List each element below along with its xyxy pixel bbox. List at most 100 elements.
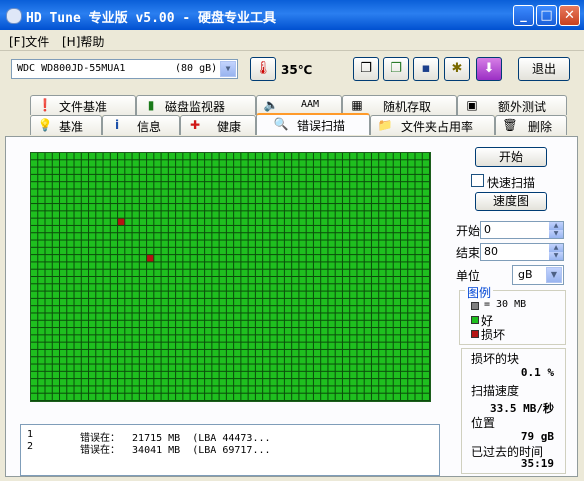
scan-block [31,364,38,371]
scan-block [270,298,277,306]
scan-block [31,225,38,233]
scan-block [371,211,379,218]
scan-block [248,349,255,357]
unit-select[interactable]: gB ▼ [512,265,564,285]
exit-button[interactable]: 退出 [518,57,570,81]
scan-block [154,160,161,167]
scan-block [38,371,45,379]
tab-extra-tests[interactable]: ▣ 额外测试 [457,95,567,115]
scan-block [255,174,263,182]
minimize-button[interactable]: _ [513,5,534,26]
scan-block [161,313,168,320]
scan-block [205,189,212,196]
scan-block [415,342,422,349]
scan-block [306,306,313,313]
scan-block [197,204,205,211]
scan-block [183,349,190,357]
tab-info[interactable]: i 信息 [102,115,180,135]
scan-block [342,233,350,240]
close-button[interactable]: ✕ [559,5,580,26]
chevron-down-icon[interactable]: ▼ [220,61,236,77]
scan-block [277,335,284,342]
scan-block [408,196,415,204]
scan-block [400,247,408,255]
quick-scan-checkbox[interactable] [471,174,484,187]
scan-block [67,284,74,291]
window-title: HD Tune 专业版 v5.00 - 硬盘专业工具 [26,11,277,26]
scan-block [125,160,132,167]
scan-block [103,386,110,393]
scan-block [139,182,147,189]
scan-block [263,379,270,386]
copy-screenshot-button[interactable]: ❐ [383,57,409,81]
scan-block [60,386,67,393]
spin-up-icon[interactable]: ▲ [549,222,563,230]
scan-block [364,393,371,400]
scan-block [60,393,67,400]
save-button[interactable]: ▪ [413,57,439,81]
start-button[interactable]: 开始 [475,147,547,167]
scan-block [168,371,176,379]
scan-block [241,284,248,291]
scan-block [81,313,89,320]
scan-block [335,320,342,328]
scan-block [96,247,103,255]
scan-block [248,233,255,240]
scan-block [147,364,154,371]
scan-block [306,255,313,262]
spin-down-icon[interactable]: ▼ [549,252,563,260]
scan-block [270,277,277,284]
scan-block [60,371,67,379]
end-field[interactable]: 80 ▲ ▼ [480,243,564,261]
tab-file-benchmark[interactable]: ❗ 文件基准 [30,95,136,115]
scan-block [357,262,364,269]
scan-block [139,233,147,240]
scan-block [205,218,212,225]
maximize-button[interactable]: □ [536,5,557,26]
scan-block [270,284,277,291]
speaker-icon: 🔈 [263,98,279,112]
scan-block [364,335,371,342]
scan-block [284,211,292,218]
scan-block [357,196,364,204]
scan-block [248,393,255,400]
scan-block [226,211,234,218]
scan-block [81,364,89,371]
menu-help[interactable]: [H]帮助 [62,33,104,50]
tab-aam[interactable]: 🔈 AAM [256,95,342,115]
tab-disk-monitor[interactable]: ▮ 磁盘监视器 [136,95,256,115]
tab-error-scan[interactable]: 🔍 错误扫描 [256,113,370,135]
scan-block [371,218,379,225]
scan-block [147,386,154,393]
tab-benchmark[interactable]: 💡 基准 [30,115,102,135]
start-field[interactable]: 0 ▲ ▼ [480,221,564,239]
scan-block [408,306,415,313]
scan-block [67,386,74,393]
scan-block [110,153,118,160]
menu-file[interactable]: [F]文件 [9,33,49,50]
app-icon [6,8,22,24]
scan-block [234,277,241,284]
scan-block [190,255,197,262]
copy-text-button[interactable]: ❐ [353,57,379,81]
scan-block [226,328,234,335]
scan-block [31,306,38,313]
error-log[interactable]: 1 错误在： 21715 MB (LBA 44473... 2 错误在： 34041… [20,424,440,476]
tab-folder-usage[interactable]: 📁 文件夹占用率 [370,115,495,135]
scan-block [81,349,89,357]
spin-up-icon[interactable]: ▲ [549,244,563,252]
scan-block [277,379,284,386]
speed-map-button[interactable]: 速度图 [475,192,547,211]
drive-select[interactable]: WDC WD800JD-55MUA1 (80 gB) ▼ [11,59,238,79]
tab-random-access[interactable]: ▦ 随机存取 [342,95,457,115]
chevron-down-icon[interactable]: ▼ [546,267,562,283]
options-button[interactable]: ✱ [444,57,470,81]
scan-block [197,189,205,196]
spin-down-icon[interactable]: ▼ [549,230,563,238]
download-button[interactable]: ⬇ [476,57,502,81]
tab-health[interactable]: ✚ 健康 [180,115,256,135]
tab-erase[interactable]: 🗑 删除 [495,115,567,135]
scan-block [197,160,205,167]
scan-block [96,167,103,174]
scan-block [284,160,292,167]
